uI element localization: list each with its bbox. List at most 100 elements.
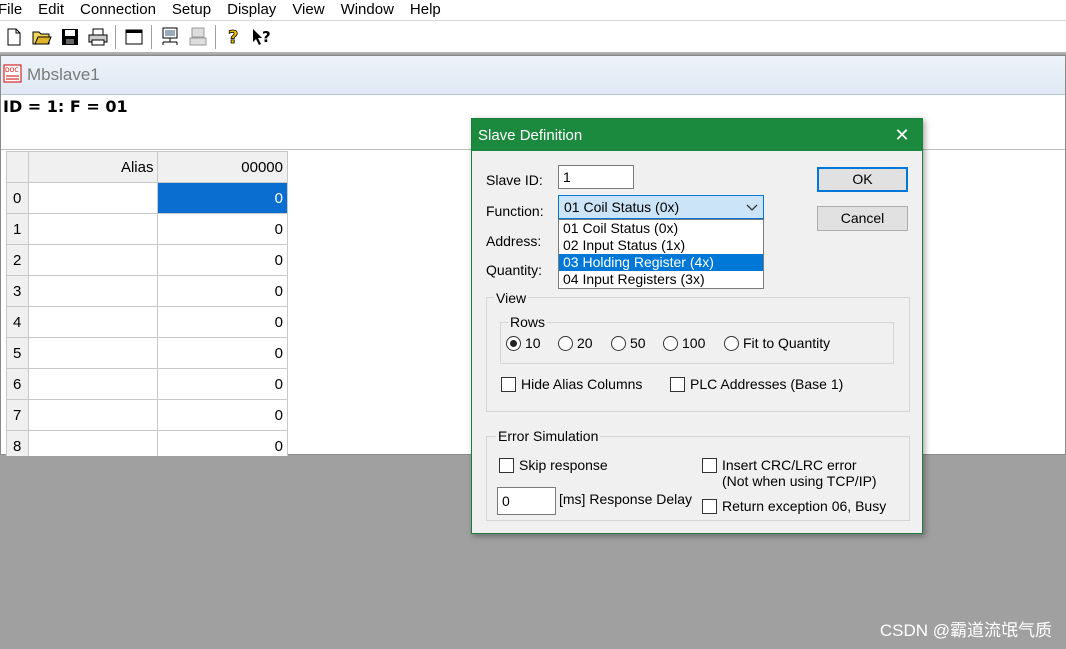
rows-radio-100[interactable]: 100 bbox=[663, 335, 705, 351]
value-cell[interactable]: 0 bbox=[157, 182, 288, 214]
disconnect-icon[interactable] bbox=[184, 24, 212, 50]
row-header[interactable]: 8 bbox=[6, 430, 29, 456]
value-cell[interactable]: 0 bbox=[157, 244, 288, 276]
table-row[interactable]: 30 bbox=[6, 275, 288, 307]
value-cell[interactable]: 0 bbox=[157, 399, 288, 431]
row-header[interactable]: 6 bbox=[6, 368, 29, 400]
row-header[interactable]: 2 bbox=[6, 244, 29, 276]
value-cell[interactable]: 0 bbox=[157, 337, 288, 369]
function-dropdown-list: 01 Coil Status (0x) 02 Input Status (1x)… bbox=[558, 219, 764, 289]
row-header[interactable]: 0 bbox=[6, 182, 29, 214]
row-header[interactable]: 4 bbox=[6, 306, 29, 338]
alias-cell[interactable] bbox=[27, 213, 159, 245]
close-icon[interactable]: ✕ bbox=[890, 125, 914, 146]
save-icon[interactable] bbox=[56, 24, 84, 50]
table-row[interactable]: 40 bbox=[6, 306, 288, 338]
column-header-alias[interactable]: Alias bbox=[27, 151, 159, 183]
checkbox[interactable] bbox=[499, 458, 514, 473]
rows-radio-50[interactable]: 50 bbox=[611, 335, 646, 351]
svg-text:DOC: DOC bbox=[5, 67, 19, 74]
dialog-title-bar[interactable]: Slave Definition ✕ bbox=[472, 119, 922, 151]
menu-bar: File Edit Connection Setup Display View … bbox=[0, 0, 1066, 20]
function-option-input-status[interactable]: 02 Input Status (1x) bbox=[559, 237, 763, 254]
table-row[interactable]: 00 bbox=[6, 182, 288, 214]
insert-crc-checkbox[interactable]: Insert CRC/LRC error (Not when using TCP… bbox=[702, 457, 877, 489]
table-row[interactable]: 80 bbox=[6, 430, 288, 456]
cancel-button[interactable]: Cancel bbox=[817, 206, 908, 231]
alias-cell[interactable] bbox=[27, 368, 159, 400]
alias-cell[interactable] bbox=[27, 244, 159, 276]
radio-button[interactable] bbox=[663, 335, 678, 351]
menu-display[interactable]: Display bbox=[219, 1, 284, 19]
value-cell[interactable]: 0 bbox=[157, 275, 288, 307]
return-exception-checkbox[interactable]: Return exception 06, Busy bbox=[702, 498, 886, 514]
alias-cell[interactable] bbox=[27, 306, 159, 338]
connect-icon[interactable] bbox=[156, 24, 184, 50]
table-row[interactable]: 20 bbox=[6, 244, 288, 276]
ok-button[interactable]: OK bbox=[817, 167, 908, 192]
menu-window[interactable]: Window bbox=[333, 1, 402, 19]
response-delay-input[interactable]: 0 bbox=[497, 487, 556, 515]
child-title-bar[interactable]: DOC Mbslave1 bbox=[1, 56, 1065, 95]
menu-setup[interactable]: Setup bbox=[164, 1, 219, 19]
table-row[interactable]: 70 bbox=[6, 399, 288, 431]
error-simulation-title: Error Simulation bbox=[496, 428, 601, 444]
context-help-icon[interactable]: ? bbox=[248, 24, 276, 50]
hide-alias-columns-checkbox[interactable]: Hide Alias Columns bbox=[501, 376, 642, 392]
table-row[interactable]: 10 bbox=[6, 213, 288, 245]
table-row[interactable]: 50 bbox=[6, 337, 288, 369]
value-cell[interactable]: 0 bbox=[157, 430, 288, 456]
row-header[interactable]: 1 bbox=[6, 213, 29, 245]
new-file-icon[interactable] bbox=[0, 24, 28, 50]
menu-connection[interactable]: Connection bbox=[72, 1, 164, 19]
skip-response-checkbox[interactable]: Skip response bbox=[499, 457, 608, 473]
alias-cell[interactable] bbox=[27, 275, 159, 307]
alias-cell[interactable] bbox=[27, 337, 159, 369]
alias-cell[interactable] bbox=[27, 430, 159, 456]
plc-addresses-checkbox[interactable]: PLC Addresses (Base 1) bbox=[670, 376, 843, 392]
register-grid[interactable]: Alias 00000 001020304050607080 bbox=[6, 151, 288, 456]
row-header[interactable]: 3 bbox=[6, 275, 29, 307]
radio-button[interactable] bbox=[558, 335, 573, 351]
quantity-label: Quantity: bbox=[486, 262, 543, 278]
radio-button[interactable] bbox=[611, 335, 626, 351]
rows-radio-fit-to-quantity[interactable]: Fit to Quantity bbox=[724, 335, 830, 351]
function-option-input-registers[interactable]: 04 Input Registers (3x) bbox=[559, 271, 763, 288]
function-option-coil-status[interactable]: 01 Coil Status (0x) bbox=[559, 220, 763, 237]
checkbox[interactable] bbox=[702, 499, 717, 514]
table-row[interactable]: 60 bbox=[6, 368, 288, 400]
print-icon[interactable] bbox=[84, 24, 112, 50]
menu-help[interactable]: Help bbox=[402, 1, 449, 19]
radio-button[interactable] bbox=[724, 335, 739, 351]
row-header[interactable]: 5 bbox=[6, 337, 29, 369]
rows-radio-20[interactable]: 20 bbox=[558, 335, 593, 351]
alias-cell[interactable] bbox=[27, 399, 159, 431]
menu-file[interactable]: File bbox=[0, 1, 30, 19]
radio-button[interactable] bbox=[506, 335, 521, 351]
window-icon[interactable] bbox=[120, 24, 148, 50]
id-function-line: ID = 1: F = 01 bbox=[3, 97, 128, 116]
function-option-holding-register[interactable]: 03 Holding Register (4x) bbox=[559, 254, 763, 271]
rows-option-label: 20 bbox=[577, 335, 593, 351]
row-header[interactable]: 7 bbox=[6, 399, 29, 431]
checkbox[interactable] bbox=[670, 377, 685, 392]
svg-text:?: ? bbox=[262, 28, 271, 46]
checkbox[interactable] bbox=[501, 377, 516, 392]
column-header-address[interactable]: 00000 bbox=[157, 151, 288, 183]
value-cell[interactable]: 0 bbox=[157, 306, 288, 338]
help-icon[interactable]: ? bbox=[220, 24, 248, 50]
value-cell[interactable]: 0 bbox=[157, 368, 288, 400]
open-folder-icon[interactable] bbox=[28, 24, 56, 50]
slave-id-input[interactable]: 1 bbox=[558, 165, 634, 189]
svg-text:?: ? bbox=[228, 27, 238, 47]
view-group-title: View bbox=[494, 290, 529, 306]
chevron-down-icon[interactable] bbox=[746, 199, 758, 215]
value-cell[interactable]: 0 bbox=[157, 213, 288, 245]
menu-edit[interactable]: Edit bbox=[30, 1, 72, 19]
checkbox[interactable] bbox=[702, 458, 717, 473]
menu-view[interactable]: View bbox=[284, 1, 332, 19]
function-select[interactable]: 01 Coil Status (0x) bbox=[558, 195, 764, 219]
rows-radio-10[interactable]: 10 bbox=[506, 335, 541, 351]
address-label: Address: bbox=[486, 233, 542, 249]
alias-cell[interactable] bbox=[27, 182, 159, 214]
